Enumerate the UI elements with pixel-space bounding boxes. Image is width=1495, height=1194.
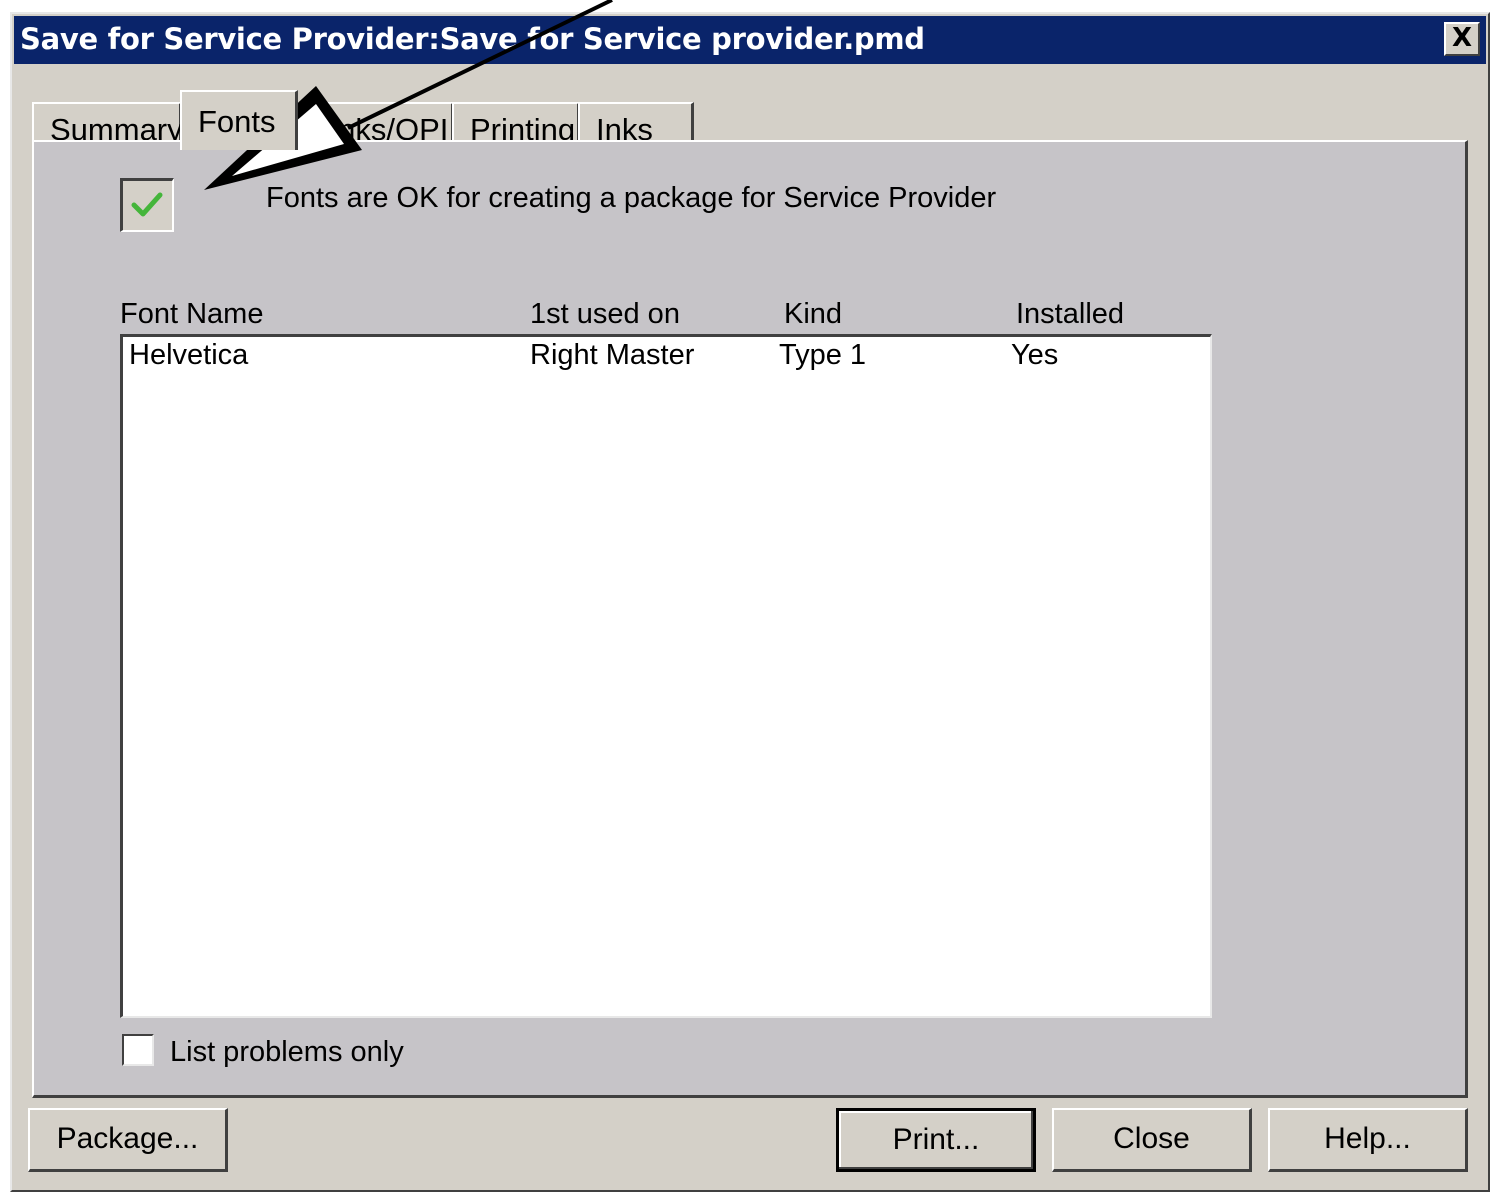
font-list[interactable]: Helvetica Right Master Type 1 Yes (120, 334, 1212, 1018)
close-window-button[interactable]: X (1444, 22, 1480, 56)
list-problems-only-checkbox[interactable] (122, 1034, 154, 1066)
tab-strip: Summary Fonts Links/OPI Printing Inks (32, 86, 732, 150)
fonts-panel: Fonts are OK for creating a package for … (32, 140, 1468, 1098)
print-button[interactable]: Print... (836, 1108, 1036, 1172)
fonts-ok-status-indicator (120, 178, 174, 232)
window-title: Save for Service Provider:Save for Servi… (20, 22, 925, 56)
package-button[interactable]: Package... (28, 1108, 228, 1172)
installed-cell: Yes (1011, 339, 1059, 371)
title-bar[interactable]: Save for Service Provider:Save for Servi… (14, 16, 1486, 64)
kind-cell: Type 1 (779, 339, 867, 371)
tab-fonts[interactable]: Fonts (180, 90, 298, 150)
font-name-cell: Helvetica (129, 339, 249, 371)
table-row[interactable]: Helvetica Right Master Type 1 Yes (123, 337, 1210, 377)
list-problems-only-label[interactable]: List problems only (170, 1036, 404, 1069)
help-button[interactable]: Help... (1268, 1108, 1468, 1172)
close-button[interactable]: Close (1052, 1108, 1252, 1172)
column-header-installed[interactable]: Installed (1016, 298, 1124, 331)
check-icon (131, 192, 163, 217)
save-for-service-provider-dialog: Save for Service Provider:Save for Servi… (10, 12, 1490, 1192)
fonts-status-text: Fonts are OK for creating a package for … (266, 182, 997, 214)
first-used-on-cell: Right Master (530, 339, 695, 371)
column-header-first-used-on[interactable]: 1st used on (530, 298, 680, 331)
column-header-font-name[interactable]: Font Name (120, 298, 263, 331)
column-header-kind[interactable]: Kind (784, 298, 842, 331)
